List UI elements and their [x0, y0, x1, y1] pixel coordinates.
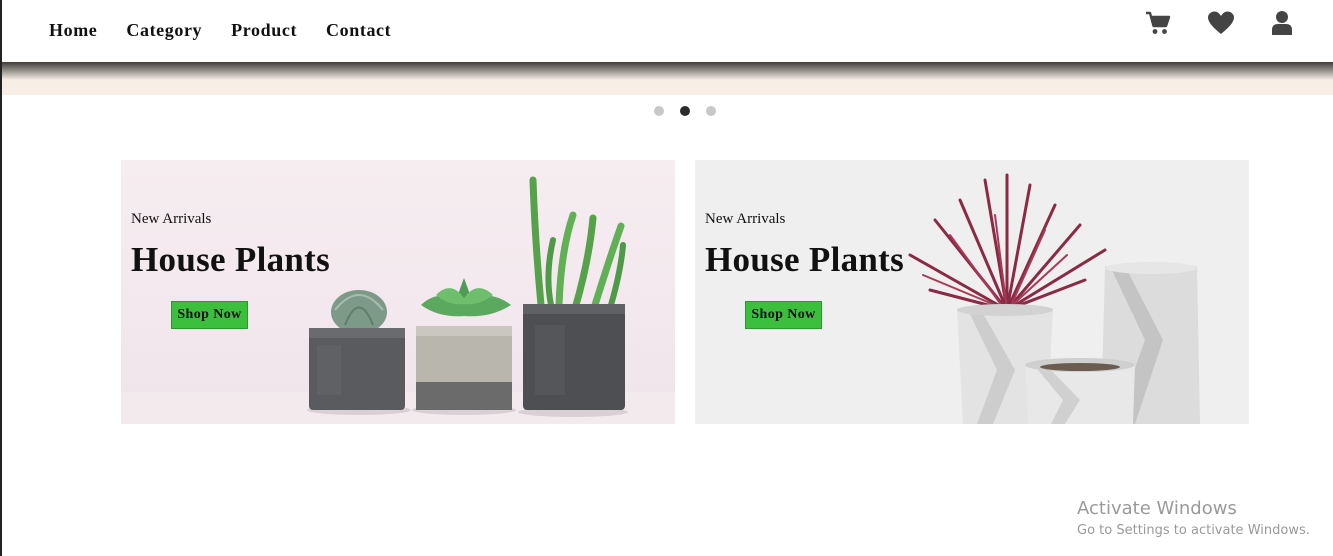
- carousel-dots: [654, 106, 732, 116]
- nav-link-home[interactable]: Home: [49, 20, 97, 41]
- user-icon[interactable]: [1271, 10, 1293, 36]
- red-plant-vases-image: [695, 160, 1249, 424]
- cart-icon[interactable]: [1145, 10, 1171, 36]
- carousel-dot-1[interactable]: [654, 106, 664, 116]
- banner-title: House Plants: [705, 240, 905, 279]
- navbar: Home Category Product Contact: [2, 0, 1333, 62]
- activate-windows-watermark: Activate Windows Go to Settings to activ…: [1077, 497, 1310, 541]
- carousel-dot-2[interactable]: [680, 106, 690, 116]
- banner-subtitle: New Arrivals: [131, 211, 212, 227]
- banner-title: House Plants: [131, 240, 331, 279]
- banner-red-plant: New Arrivals House Plants Shop Now: [695, 160, 1249, 424]
- hero-slider-edge: [2, 62, 1333, 95]
- banner-succulents: New Arrivals House Plants Shop Now: [121, 160, 675, 424]
- shop-now-button[interactable]: Shop Now: [745, 301, 822, 329]
- banner-subtitle: New Arrivals: [705, 211, 786, 227]
- carousel-dot-3[interactable]: [706, 106, 716, 116]
- nav-icons: [1109, 10, 1293, 36]
- nav-link-product[interactable]: Product: [231, 20, 297, 41]
- nav-link-category[interactable]: Category: [126, 20, 202, 41]
- nav-links: Home Category Product Contact: [49, 20, 420, 41]
- shop-now-button[interactable]: Shop Now: [171, 301, 248, 329]
- nav-link-contact[interactable]: Contact: [326, 20, 391, 41]
- heart-icon[interactable]: [1207, 10, 1235, 36]
- succulent-pots-image: [121, 160, 675, 424]
- watermark-title: Activate Windows: [1077, 498, 1237, 519]
- watermark-subtitle: Go to Settings to activate Windows.: [1077, 523, 1310, 538]
